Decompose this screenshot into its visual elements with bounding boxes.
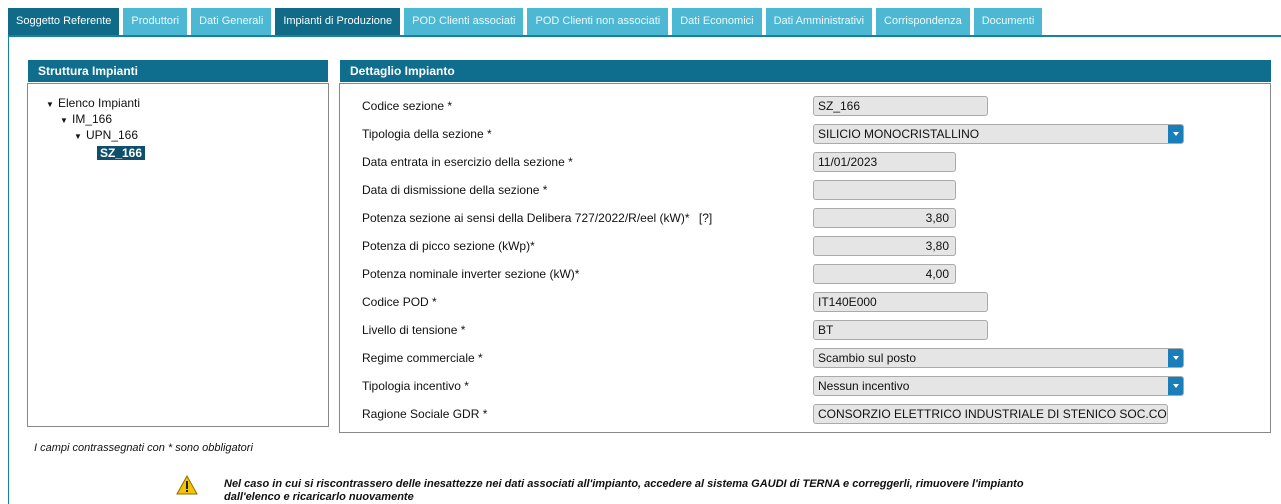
tipologia-incentivo-select[interactable]: Nessun incentivo [813, 376, 1184, 396]
label-livello-tensione: Livello di tensione * [362, 323, 466, 337]
tab-produttori[interactable]: Produttori [123, 8, 188, 35]
tab-documenti[interactable]: Documenti [973, 8, 1043, 35]
struttura-impianti-panel [27, 83, 329, 427]
codice-pod-field[interactable]: IT140E000 [813, 292, 988, 312]
label-codice-sezione: Codice sezione * [362, 99, 453, 113]
tab-soggetto-referente[interactable]: Soggetto Referente [8, 8, 120, 35]
dropdown-arrow-icon[interactable] [1168, 377, 1183, 395]
tab-dati-economici[interactable]: Dati Economici [672, 8, 762, 35]
data-entrata-field[interactable]: 11/01/2023 [813, 152, 956, 172]
codice-sezione-field[interactable]: SZ_166 [813, 96, 988, 116]
label-regime-commerciale: Regime commerciale * [362, 351, 483, 365]
dettaglio-impianto-header: Dettaglio Impianto [340, 60, 1271, 82]
label-potenza-inverter: Potenza nominale inverter sezione (kW)* [362, 267, 580, 281]
tree-node-sezione-selected[interactable]: SZ_166 [97, 146, 146, 160]
caret-down-icon[interactable]: ▼ [60, 116, 72, 125]
tab-corrispondenza[interactable]: Corrispondenza [876, 8, 970, 35]
tree-node-upn[interactable]: ▼ UPN_166 [74, 128, 138, 142]
tab-impianti-di-produzione[interactable]: Impianti di Produzione [275, 8, 401, 35]
struttura-impianti-title: Struttura Impianti [38, 64, 139, 78]
tree-node-impianto[interactable]: ▼ IM_166 [60, 112, 112, 126]
label-data-entrata: Data entrata in esercizio della sezione … [362, 155, 573, 169]
potenza-picco-field[interactable]: 3,80 [813, 236, 956, 256]
regime-commerciale-select[interactable]: Scambio sul posto [813, 348, 1184, 368]
tree-node-elenco-impianti[interactable]: ▼ Elenco Impianti [46, 96, 140, 110]
tab-pod-clienti-associati[interactable]: POD Clienti associati [404, 8, 524, 35]
label-ragione-sociale: Ragione Sociale GDR * [362, 407, 488, 421]
warning-icon [176, 475, 198, 495]
label-tipologia-sezione: Tipologia della sezione * [362, 127, 492, 141]
dettaglio-impianto-title: Dettaglio Impianto [350, 64, 455, 78]
tipologia-sezione-select[interactable]: SILICIO MONOCRISTALLINO [813, 124, 1184, 144]
main-tabs: Soggetto Referente Produttori Dati Gener… [8, 8, 1043, 35]
label-tipologia-incentivo: Tipologia incentivo * [362, 379, 469, 393]
struttura-impianti-header: Struttura Impianti [28, 60, 328, 82]
label-potenza-delibera: Potenza sezione ai sensi della Delibera … [362, 211, 713, 225]
warning-message: Nel caso in cui si riscontrassero delle … [224, 478, 1024, 503]
tab-pod-clienti-non-associati[interactable]: POD Clienti non associati [527, 8, 669, 35]
ragione-sociale-field[interactable]: CONSORZIO ELETTRICO INDUSTRIALE DI STENI… [813, 404, 1168, 424]
caret-down-icon[interactable]: ▼ [46, 100, 58, 109]
livello-tensione-field[interactable]: BT [813, 320, 988, 340]
label-potenza-picco: Potenza di picco sezione (kWp)* [362, 239, 535, 253]
tab-dati-amministrativi[interactable]: Dati Amministrativi [765, 8, 873, 35]
help-link[interactable]: [?] [699, 211, 712, 225]
required-fields-note: I campi contrassegnati con * sono obblig… [34, 442, 253, 454]
dropdown-arrow-icon[interactable] [1168, 125, 1183, 143]
dropdown-arrow-icon[interactable] [1168, 349, 1183, 367]
potenza-delibera-field[interactable]: 3,80 [813, 208, 956, 228]
caret-down-icon[interactable]: ▼ [74, 132, 86, 141]
label-codice-pod: Codice POD * [362, 295, 437, 309]
data-dismissione-field[interactable] [813, 180, 956, 200]
potenza-inverter-field[interactable]: 4,00 [813, 264, 956, 284]
label-data-dismissione: Data di dismissione della sezione * [362, 183, 548, 197]
tab-dati-generali[interactable]: Dati Generali [191, 8, 272, 35]
